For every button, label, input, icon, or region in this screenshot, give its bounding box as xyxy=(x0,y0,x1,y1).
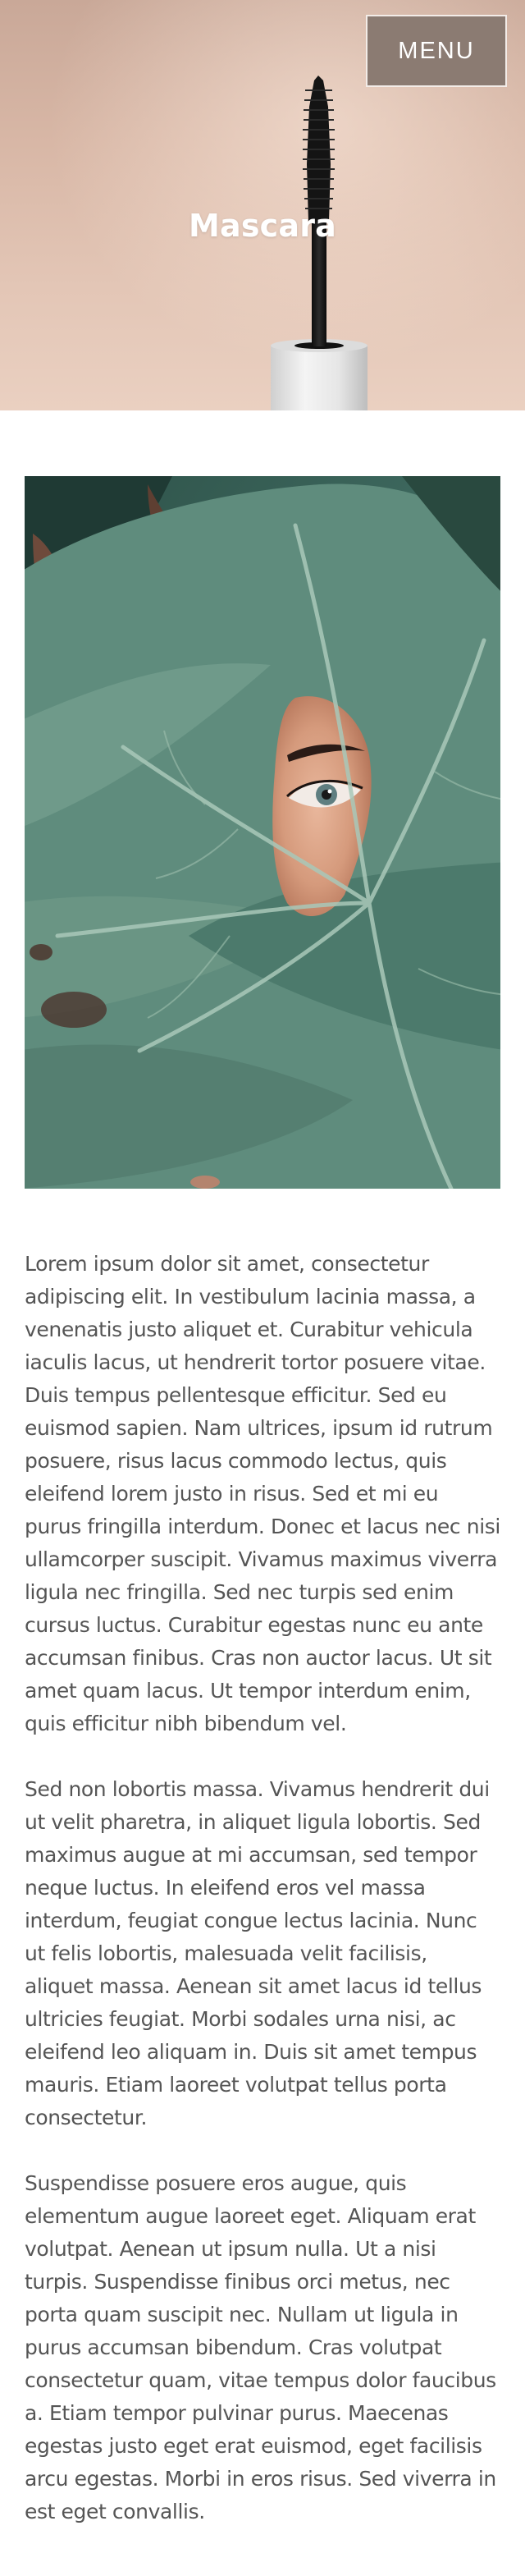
article-body: Lorem ipsum dolor sit amet, consectetur … xyxy=(25,1248,500,2561)
hero-banner: Mascara MENU xyxy=(0,0,525,410)
page: Mascara MENU Lorem ipsum dolor sit amet,… xyxy=(0,0,525,2576)
leaf-eye-illustration xyxy=(25,476,500,1189)
article-paragraph: Lorem ipsum dolor sit amet, consectetur … xyxy=(25,1252,500,1735)
article-paragraph: Suspendisse posuere eros augue, quis ele… xyxy=(25,2171,496,2523)
mascara-tube xyxy=(271,345,368,410)
feature-image xyxy=(25,476,500,1189)
article-paragraph: Sed non lobortis massa. Vivamus hendreri… xyxy=(25,1777,490,2129)
menu-button[interactable]: MENU xyxy=(366,15,507,87)
page-title: Mascara xyxy=(188,208,337,245)
